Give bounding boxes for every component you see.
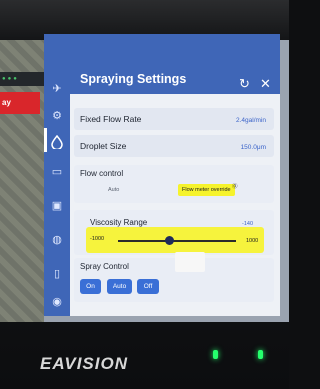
status-led-right — [258, 350, 263, 359]
flow-control-title: Flow control — [80, 169, 124, 178]
droplet-icon[interactable] — [49, 134, 65, 150]
viscosity-min-label: -1000 — [90, 236, 105, 242]
status-led-left — [213, 350, 218, 359]
viscosity-slider-fill — [118, 240, 169, 242]
spray-control-title: Spray Control — [80, 262, 129, 271]
drone-icon[interactable]: ✈ — [49, 80, 65, 96]
droplet-size-value[interactable]: 150.0μm — [241, 144, 266, 151]
viscosity-slider[interactable] — [118, 236, 236, 245]
settings-gear-icon[interactable]: ⚙ — [49, 107, 65, 123]
fixed-flow-rate-row[interactable]: Fixed Flow Rate 2.4gal/min — [74, 108, 274, 130]
globe-icon[interactable]: ◍ — [49, 231, 65, 247]
fixed-flow-rate-value[interactable]: 2.4gal/min — [236, 117, 266, 124]
spray-auto-button[interactable]: Auto — [107, 279, 132, 294]
fixed-flow-rate-label: Fixed Flow Rate — [80, 114, 142, 124]
sprayer-icon[interactable]: ▭ — [49, 163, 65, 179]
map-alert-tag[interactable]: ay — [0, 92, 40, 114]
spray-off-button[interactable]: Off — [137, 279, 159, 294]
flow-control-section: Flow control Auto Flow meter override ⓪ — [74, 165, 274, 203]
spray-control-section: Spray Control — [74, 258, 274, 302]
refresh-icon[interactable]: ↻ — [239, 76, 250, 92]
spray-on-button[interactable]: On — [80, 279, 101, 294]
droplet-size-row[interactable]: Droplet Size 150.0μm — [74, 135, 274, 157]
viscosity-slider-thumb[interactable] — [164, 236, 174, 245]
brand-logo: EAVISION — [40, 354, 128, 373]
droplet-size-label: Droplet Size — [80, 141, 127, 151]
settings-sidebar: ✈ ⚙ ▭ ▣ ◍ ▯ ◉ — [44, 34, 70, 316]
glare-patch — [175, 252, 205, 272]
flow-control-auto-option[interactable]: Auto — [108, 187, 119, 193]
device-icon[interactable]: ▯ — [49, 265, 65, 281]
close-icon[interactable]: ✕ — [260, 76, 271, 92]
flow-control-meter-override-option[interactable]: Flow meter override — [178, 184, 235, 196]
viscosity-range-label: Viscosity Range — [90, 218, 148, 227]
override-info-icon[interactable]: ⓪ — [232, 182, 238, 190]
controller-icon[interactable]: ▣ — [49, 197, 65, 213]
info-icon[interactable]: ◉ — [49, 293, 65, 309]
controller-device: ●●● ay ✈ ⚙ ▭ ▣ ◍ ▯ ◉ Spraying Settings ↻… — [0, 0, 289, 389]
viscosity-current-value[interactable]: -140 — [242, 221, 253, 227]
viscosity-max-label: 1000 — [246, 238, 259, 244]
sidebar-active-indicator — [44, 128, 47, 152]
signal-indicator: ●●● — [2, 76, 19, 82]
page-title: Spraying Settings — [80, 72, 187, 86]
